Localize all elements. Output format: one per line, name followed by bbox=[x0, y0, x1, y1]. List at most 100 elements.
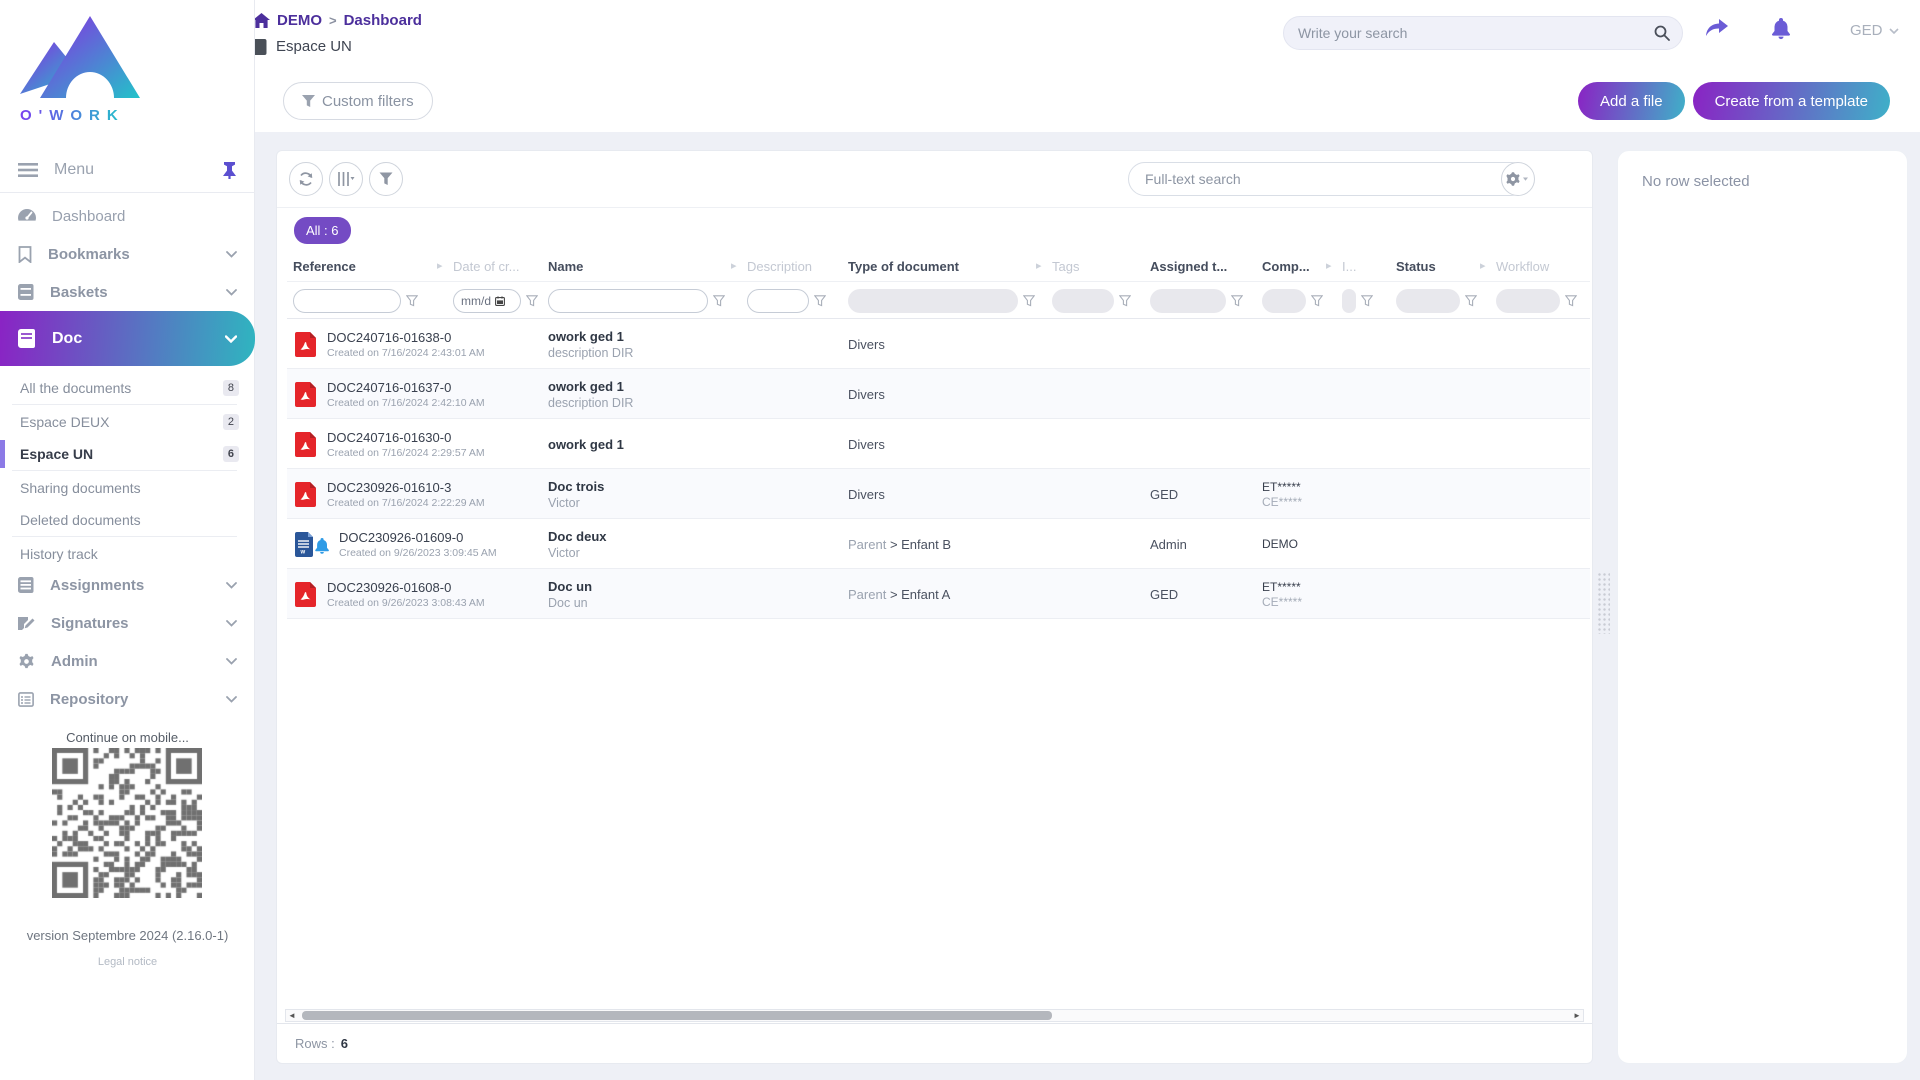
column-header-tags[interactable]: Tags bbox=[1052, 251, 1138, 281]
filter-input-2[interactable] bbox=[548, 289, 708, 313]
sidebar-item-assignments[interactable]: Assignments bbox=[0, 566, 255, 604]
name-cell: owork ged 1 description DIR bbox=[548, 319, 832, 369]
filter-input-3[interactable] bbox=[747, 289, 809, 313]
table-row[interactable]: w DOC230926-01609-0 Created on 9/26/2023… bbox=[287, 519, 1590, 569]
doc-book-icon bbox=[18, 329, 36, 348]
word-file-alert-icon: w bbox=[295, 532, 329, 557]
funnel-icon[interactable] bbox=[1311, 295, 1323, 307]
horizontal-scrollbar[interactable]: ◄ ► bbox=[285, 1009, 1584, 1022]
funnel-icon[interactable] bbox=[406, 295, 418, 307]
home-icon[interactable] bbox=[253, 13, 270, 28]
actions-band: Custom filters Add a file Create from a … bbox=[255, 69, 1920, 132]
funnel-icon[interactable] bbox=[1465, 295, 1477, 307]
filter-funnel-icon bbox=[302, 95, 315, 108]
legal-notice-link[interactable]: Legal notice bbox=[0, 956, 255, 968]
calendar-icon bbox=[495, 296, 505, 306]
table-row[interactable]: DOC230926-01610-3 Created on 7/16/2024 2… bbox=[287, 469, 1590, 519]
funnel-icon[interactable] bbox=[1361, 295, 1373, 307]
funnel-icon[interactable] bbox=[713, 295, 725, 307]
scroll-left-arrow[interactable]: ◄ bbox=[286, 1010, 298, 1021]
column-header-description[interactable]: Description bbox=[747, 251, 836, 281]
column-header-assigned-t-[interactable]: Assigned t... bbox=[1150, 251, 1250, 281]
sidebar-subitem-all-the-documents[interactable]: All the documents8 bbox=[0, 372, 255, 404]
sidebar-item-signatures[interactable]: Signatures bbox=[0, 604, 255, 642]
column-header-comp-[interactable]: Comp... bbox=[1262, 251, 1330, 281]
rows-label: Rows : bbox=[295, 1036, 335, 1051]
sidebar-item-admin[interactable]: Admin bbox=[0, 642, 255, 680]
scroll-right-arrow[interactable]: ► bbox=[1571, 1010, 1583, 1021]
table-row[interactable]: DOC240716-01638-0 Created on 7/16/2024 2… bbox=[287, 319, 1590, 369]
filters-button[interactable] bbox=[369, 162, 403, 196]
sidebar-subitem-espace-un[interactable]: Espace UN6 bbox=[0, 438, 255, 470]
sort-arrow-icon[interactable]: ▸ bbox=[731, 259, 737, 272]
share-icon[interactable] bbox=[1705, 19, 1729, 39]
name-cell: Doc un Doc un bbox=[548, 569, 832, 619]
company-cell bbox=[1262, 369, 1384, 419]
all-count-badge[interactable]: All : 6 bbox=[294, 217, 351, 244]
filter-cell bbox=[1262, 282, 1332, 320]
funnel-icon[interactable] bbox=[1023, 295, 1035, 307]
qr-code bbox=[52, 748, 202, 903]
funnel-icon[interactable] bbox=[1565, 295, 1577, 307]
refresh-button[interactable] bbox=[289, 162, 323, 196]
book-icon bbox=[253, 39, 267, 55]
sidebar-item-dashboard[interactable]: Dashboard bbox=[0, 197, 255, 235]
funnel-icon[interactable] bbox=[1119, 295, 1131, 307]
sidebar-subitem-espace-deux[interactable]: Espace DEUX2 bbox=[0, 406, 255, 438]
column-header-i-[interactable]: I... bbox=[1342, 251, 1384, 281]
assigned-cell: GED bbox=[1150, 569, 1250, 619]
filter-disabled bbox=[1342, 289, 1356, 313]
table-row[interactable]: DOC240716-01637-0 Created on 7/16/2024 2… bbox=[287, 369, 1590, 419]
breadcrumb-root[interactable]: DEMO bbox=[277, 12, 322, 29]
funnel-icon[interactable] bbox=[814, 295, 826, 307]
breadcrumb-page[interactable]: Dashboard bbox=[344, 12, 422, 29]
signature-pen-icon bbox=[18, 615, 35, 631]
column-header-name[interactable]: Name bbox=[548, 251, 735, 281]
menu-row: Menu bbox=[0, 148, 255, 192]
funnel-icon[interactable] bbox=[526, 295, 538, 307]
bell-icon[interactable] bbox=[1771, 18, 1791, 40]
table-row[interactable]: DOC240716-01630-0 Created on 7/16/2024 2… bbox=[287, 419, 1590, 469]
sort-arrow-icon[interactable]: ▸ bbox=[1036, 259, 1042, 272]
column-header-type-of-document[interactable]: Type of document bbox=[848, 251, 1040, 281]
user-menu[interactable]: GED bbox=[1850, 22, 1899, 39]
column-header-reference[interactable]: Reference bbox=[293, 251, 439, 281]
sort-arrow-icon[interactable]: ▸ bbox=[1326, 259, 1332, 272]
filter-input-0[interactable] bbox=[293, 289, 401, 313]
rows-count: 6 bbox=[341, 1036, 348, 1051]
funnel-icon[interactable] bbox=[1231, 295, 1243, 307]
panel-resize-handle[interactable] bbox=[1597, 572, 1610, 634]
filter-cell bbox=[747, 282, 838, 320]
filter-disabled bbox=[1396, 289, 1460, 313]
sort-arrow-icon[interactable]: ▸ bbox=[1480, 259, 1486, 272]
column-header-workflow[interactable]: Workflow bbox=[1496, 251, 1586, 281]
sort-arrow-icon[interactable]: ▸ bbox=[437, 259, 443, 272]
pin-icon[interactable] bbox=[222, 162, 237, 179]
table-settings-button[interactable] bbox=[1501, 162, 1535, 196]
scrollbar-thumb[interactable] bbox=[302, 1011, 1052, 1020]
sidebar-item-baskets[interactable]: Baskets bbox=[0, 273, 255, 311]
logo-text: O'WORK bbox=[20, 107, 125, 124]
custom-filters-button[interactable]: Custom filters bbox=[283, 82, 433, 120]
sidebar-item-doc[interactable]: Doc bbox=[0, 311, 255, 366]
create-from-template-button[interactable]: Create from a template bbox=[1693, 82, 1890, 120]
column-header-status[interactable]: Status bbox=[1396, 251, 1484, 281]
hamburger-icon[interactable] bbox=[18, 162, 38, 178]
sidebar-subitem-deleted-documents[interactable]: Deleted documents bbox=[0, 504, 255, 536]
columns-button[interactable] bbox=[329, 162, 363, 196]
sidebar-item-label: Admin bbox=[51, 653, 98, 670]
sidebar-item-bookmarks[interactable]: Bookmarks bbox=[0, 235, 255, 273]
date-filter-input[interactable]: mm/d bbox=[453, 289, 521, 313]
name-cell: owork ged 1 description DIR bbox=[548, 369, 832, 419]
add-file-button[interactable]: Add a file bbox=[1578, 82, 1685, 120]
fulltext-search bbox=[1128, 162, 1528, 196]
table-row[interactable]: DOC230926-01608-0 Created on 9/26/2023 3… bbox=[287, 569, 1590, 619]
column-header-date-of-cr-[interactable]: Date of cr... bbox=[453, 251, 536, 281]
fulltext-search-input[interactable] bbox=[1129, 171, 1527, 187]
sidebar-item-repository[interactable]: Repository bbox=[0, 680, 255, 718]
search-icon[interactable] bbox=[1654, 25, 1682, 41]
pdf-file-icon bbox=[295, 332, 316, 357]
chevron-down-icon bbox=[226, 289, 237, 296]
sidebar-subitem-sharing-documents[interactable]: Sharing documents bbox=[0, 472, 255, 504]
global-search-input[interactable] bbox=[1284, 25, 1654, 41]
